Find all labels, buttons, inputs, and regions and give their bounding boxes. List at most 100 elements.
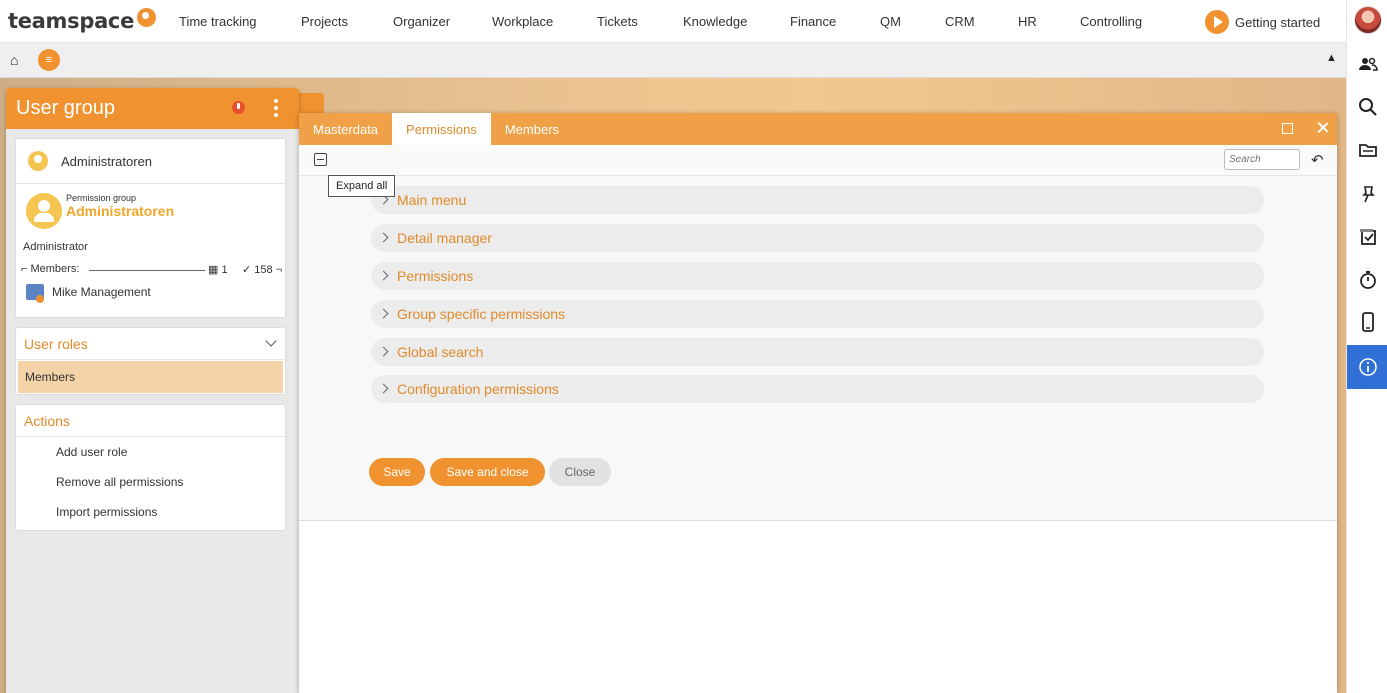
user-roles-card: User roles Members	[15, 327, 286, 395]
actions-header: Actions	[16, 405, 285, 437]
members-org-count-value: 1	[221, 264, 228, 276]
permissions-dialog: Masterdata Permissions Members ↶ Main me…	[299, 113, 1337, 693]
home-icon[interactable]: ⌂	[10, 52, 18, 68]
panel-title: User group	[16, 97, 115, 119]
add-user-role-action[interactable]: Add user role	[16, 437, 285, 467]
tab-members[interactable]: Members	[491, 113, 573, 145]
dialog-toolbar: ↶	[299, 145, 1337, 176]
nav-item-crm[interactable]: CRM	[945, 14, 975, 29]
getting-started-button[interactable]: Getting started	[1205, 10, 1320, 34]
members-check-count-value: 158	[254, 264, 273, 276]
actions-title: Actions	[24, 412, 70, 429]
save-and-close-button[interactable]: Save and close	[430, 458, 545, 486]
kebab-menu-icon[interactable]	[274, 99, 278, 117]
user-roles-header[interactable]: User roles	[16, 328, 285, 360]
nav-item-workplace[interactable]: Workplace	[492, 14, 553, 29]
section-configuration-label: Configuration permissions	[397, 381, 559, 397]
nav-item-finance[interactable]: Finance	[790, 14, 836, 29]
undo-icon[interactable]: ↶	[1311, 151, 1324, 169]
close-button[interactable]: Close	[549, 458, 611, 486]
tab-masterdata[interactable]: Masterdata	[299, 113, 392, 145]
group-role: Administrator	[23, 241, 88, 253]
section-group-specific-permissions[interactable]: Group specific permissions	[371, 300, 1264, 328]
remove-all-permissions-action[interactable]: Remove all permissions	[16, 467, 285, 497]
menu-icon[interactable]: ≡	[38, 49, 60, 71]
search-icon[interactable]	[1347, 87, 1387, 127]
top-navigation: teamspace Time tracking Projects Organiz…	[0, 0, 1346, 43]
expand-all-tooltip: Expand all	[328, 175, 396, 197]
info-icon[interactable]	[1347, 345, 1387, 389]
chevron-right-icon	[378, 232, 389, 243]
people-icon[interactable]	[1347, 44, 1387, 84]
pin-icon[interactable]	[1347, 174, 1387, 214]
chevron-right-icon	[378, 346, 389, 357]
user-role-members[interactable]: Members	[18, 361, 283, 393]
user-group-panel: User group Administratoren Permission gr…	[6, 88, 299, 693]
actions-card: Actions Add user role Remove all permiss…	[15, 404, 286, 531]
panel-header: User group	[6, 88, 299, 129]
permission-group-block: Permission group Administratoren	[26, 193, 174, 229]
nav-item-organizer[interactable]: Organizer	[393, 14, 450, 29]
user-group-icon	[28, 151, 48, 171]
chevron-right-icon	[378, 308, 389, 319]
group-name: Administratoren	[61, 153, 153, 169]
members-label-text: Members:	[30, 263, 80, 275]
teamspace-logo[interactable]: teamspace	[8, 7, 178, 33]
member-entry[interactable]: Mike Management	[26, 284, 151, 303]
nav-item-knowledge[interactable]: Knowledge	[683, 14, 747, 29]
chevron-right-icon	[378, 270, 389, 281]
member-name: Mike Management	[52, 285, 151, 299]
section-configuration-permissions[interactable]: Configuration permissions	[371, 375, 1264, 403]
mobile-icon[interactable]	[1347, 302, 1387, 342]
nav-item-hr[interactable]: HR	[1018, 14, 1037, 29]
permission-group-label: Permission group	[66, 193, 137, 203]
permission-group-name[interactable]: Administratoren	[66, 203, 174, 219]
members-org-count: ▦ 1	[208, 264, 228, 276]
nav-item-projects[interactable]: Projects	[301, 14, 348, 29]
section-group-specific-label: Group specific permissions	[397, 306, 566, 322]
logo-mark-icon	[137, 7, 157, 27]
expand-all-icon[interactable]	[314, 153, 327, 166]
save-button[interactable]: Save	[369, 458, 425, 486]
nav-item-qm[interactable]: QM	[880, 14, 901, 29]
section-permissions-label: Permissions	[397, 268, 474, 284]
section-main-menu[interactable]: Main menu	[371, 186, 1264, 214]
folder-icon[interactable]	[1347, 130, 1387, 170]
import-permissions-action[interactable]: Import permissions	[16, 497, 285, 527]
chevron-right-icon	[378, 383, 389, 394]
stopwatch-icon[interactable]	[1347, 260, 1387, 300]
section-global-search-label: Global search	[397, 344, 484, 360]
tasks-check-icon[interactable]	[1347, 217, 1387, 257]
section-permissions[interactable]: Permissions	[371, 262, 1264, 290]
nav-item-tickets[interactable]: Tickets	[597, 14, 638, 29]
group-name-row: Administratoren	[16, 139, 285, 184]
members-label: ⌐ Members:	[21, 263, 80, 275]
getting-started-label: Getting started	[1235, 14, 1321, 30]
members-check-count: ✓ 158 ¬	[242, 264, 283, 276]
members-summary: ⌐ Members: ▦ 1 ✓ 158 ¬	[21, 263, 283, 277]
tab-permissions[interactable]: Permissions	[392, 113, 491, 145]
power-icon[interactable]	[232, 101, 245, 114]
secondary-bar: ⌂ ≡ ▲	[0, 43, 1346, 78]
close-icon[interactable]	[1314, 119, 1332, 137]
nav-item-time-tracking[interactable]: Time tracking	[179, 14, 257, 29]
right-rail	[1346, 0, 1387, 693]
logo-text: teamspace	[8, 9, 135, 33]
section-global-search[interactable]: Global search	[371, 338, 1264, 366]
background-window-tab[interactable]	[296, 93, 324, 115]
nav-item-controlling[interactable]: Controlling	[1080, 14, 1142, 29]
members-divider	[89, 270, 205, 271]
section-main-menu-label: Main menu	[397, 192, 467, 208]
user-roles-title: User roles	[24, 335, 88, 352]
maximize-icon[interactable]	[1282, 123, 1293, 134]
search-input[interactable]	[1224, 149, 1300, 170]
section-detail-manager[interactable]: Detail manager	[371, 224, 1264, 252]
permission-group-icon	[26, 193, 62, 229]
contact-card-icon	[26, 284, 44, 303]
play-icon	[1205, 10, 1229, 34]
chevron-down-icon[interactable]	[265, 335, 277, 347]
collapse-arrow-icon[interactable]: ▲	[1326, 52, 1337, 64]
user-avatar[interactable]	[1354, 6, 1382, 34]
permissions-sections: Main menu Detail manager Permissions Gro…	[299, 176, 1337, 521]
group-info-card: Administratoren Permission group Adminis…	[15, 138, 286, 318]
